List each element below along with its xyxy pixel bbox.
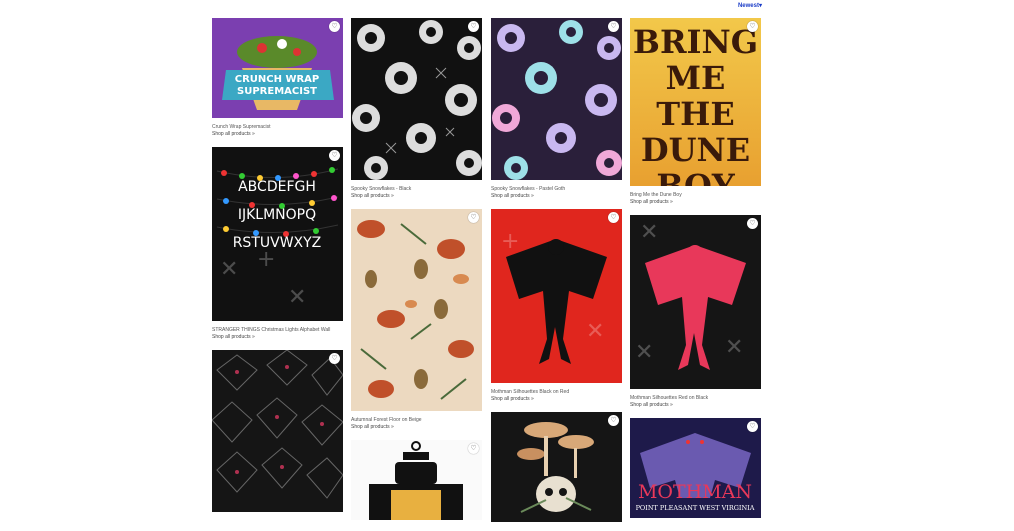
product-card-mothman-point-pleasant[interactable]: MOTHMAN POINT PLEASANT WEST VIRGINIA ♡ [630,418,761,518]
sort-label: Newest [737,3,759,9]
shop-all-products-link[interactable]: Shop all products » [491,193,622,200]
product-card-dune-boy[interactable]: BRING ME THE DUNE BOY ♡ Bring Me the Dun… [630,18,761,206]
alphabet-lights-art: ABCDEFGH IJKLMNOPQ RSTUVWXYZ [216,167,339,251]
crunch-art-text-1: CRUNCH WRAP [235,74,320,85]
heart-icon[interactable]: ♡ [608,212,619,223]
product-image[interactable]: ♡ [491,18,622,180]
heart-icon[interactable]: ♡ [747,421,758,432]
product-title[interactable]: Spooky Snowflakes - Pastel Goth [491,186,622,193]
heart-icon[interactable]: ♡ [468,443,479,454]
shop-all-products-link[interactable]: Shop all products » [630,199,761,206]
shop-link-text: Shop all products [212,334,251,340]
product-card-autumnal-forest[interactable]: ♡ Autumnal Forest Floor on Beige Shop al… [351,209,482,431]
heart-icon[interactable]: ♡ [468,21,479,32]
heart-icon[interactable]: ♡ [329,353,340,364]
product-image[interactable]: ♡ [212,350,343,512]
product-image[interactable]: ♡ [491,412,622,522]
dune-art-line-3: DUNE [640,131,751,169]
product-image[interactable]: CRUNCH WRAP SUPREMACIST ♡ [212,18,343,118]
shop-all-products-link[interactable]: Shop all products » [212,334,343,341]
heart-icon[interactable]: ♡ [329,150,340,161]
mothman-art-subtitle: POINT PLEASANT WEST VIRGINIA [636,504,755,512]
product-title[interactable]: Spooky Snowflakes - Black [351,186,482,193]
product-card-mothman-red-on-black[interactable]: ✕ ✕ ✕ ♡ Mothman Silhouettes Red on Black S… [630,215,761,409]
product-card-crunch-wrap[interactable]: CRUNCH WRAP SUPREMACIST ♡ Crunch Wrap Su… [212,18,343,138]
dune-art-line-2: ME THE [656,59,735,133]
mothman-art-title: MOTHMAN [638,481,752,503]
dune-art-line-4: BOY [656,167,735,186]
product-title[interactable]: Autumnal Forest Floor on Beige [351,417,482,424]
shop-link-text: Shop all products [630,199,669,205]
product-card-lantern[interactable]: ♡ [351,440,482,520]
heart-icon[interactable]: ♡ [608,415,619,426]
product-card-snowflakes-black[interactable]: ♡ Spooky Snowflakes - Black Shop all pro… [351,18,482,200]
column-3: ♡ Spooky Snowflakes - Pastel Goth Shop a… [491,18,622,531]
shop-all-products-link[interactable]: Shop all products » [351,193,482,200]
alphabet-row-3: RSTUVWXYZ [233,235,322,251]
shop-link-text: Shop all products [212,131,251,137]
shop-link-text: Shop all products [491,396,530,402]
product-card-mushroom-skull[interactable]: ♡ [491,412,622,522]
mushroom-skull-art [517,422,594,513]
column-4: BRING ME THE DUNE BOY ♡ Bring Me the Dun… [630,18,761,527]
product-image[interactable]: ABCDEFGH IJKLMNOPQ RSTUVWXYZ ✕ + ✕ ♡ [212,147,343,321]
mothman-silhouette-art [645,245,746,370]
snowflake-pattern-art [352,20,482,180]
product-card-moth-pattern[interactable]: ♡ [212,350,343,512]
product-title[interactable]: STRANGER THINGS Christmas Lights Alphabe… [212,327,343,334]
shop-link-text: Shop all products [491,193,530,199]
chevron-down-icon: ▾ [758,3,762,9]
mothman-silhouette-art [506,239,607,364]
crunch-art-text-2: SUPREMACIST [237,86,317,97]
heart-icon[interactable]: ♡ [608,21,619,32]
pastel-snowflake-art [492,20,622,180]
dune-art-text: BRING ME THE DUNE BOY [630,18,761,186]
product-image[interactable]: MOTHMAN POINT PLEASANT WEST VIRGINIA ♡ [630,418,761,518]
lantern-art [369,441,463,520]
product-image[interactable]: ✕ ✕ ✕ ♡ [630,215,761,389]
shop-link-text: Shop all products [630,402,669,408]
product-card-mothman-black-on-red[interactable]: + ✕ ♡ Mothman Silhouettes Black on Red Sh… [491,209,622,403]
heart-icon[interactable]: ♡ [329,21,340,32]
shop-link-text: Shop all products [351,424,390,430]
heart-icon[interactable]: ♡ [747,21,758,32]
heart-icon[interactable]: ♡ [468,212,479,223]
heart-icon[interactable]: ♡ [747,218,758,229]
product-title[interactable]: Crunch Wrap Supremacist [212,124,343,131]
column-2: ♡ Spooky Snowflakes - Black Shop all pro… [351,18,482,529]
sort-dropdown[interactable]: Newest▾ [738,2,762,9]
shop-link-text: Shop all products [351,193,390,199]
crunch-wrap-art: CRUNCH WRAP SUPREMACIST [222,36,334,110]
product-image[interactable]: BRING ME THE DUNE BOY ♡ [630,18,761,186]
alphabet-row-1: ABCDEFGH [238,179,316,195]
shop-all-products-link[interactable]: Shop all products » [212,131,343,138]
shop-all-products-link[interactable]: Shop all products » [491,396,622,403]
product-title[interactable]: Bring Me the Dune Boy [630,192,761,199]
product-title[interactable]: Mothman Silhouettes Black on Red [491,389,622,396]
shop-all-products-link[interactable]: Shop all products » [351,424,482,431]
column-1: CRUNCH WRAP SUPREMACIST ♡ Crunch Wrap Su… [212,18,343,521]
product-image[interactable]: ♡ [351,18,482,180]
mothman-poster-art: MOTHMAN POINT PLEASANT WEST VIRGINIA [636,433,755,512]
dune-art-line-1: BRING [632,23,759,61]
product-image[interactable]: + ✕ ♡ [491,209,622,383]
forest-floor-art [357,220,474,400]
shop-all-products-link[interactable]: Shop all products » [630,402,761,409]
product-title[interactable]: Mothman Silhouettes Red on Black [630,395,761,402]
product-card-snowflakes-pastel-goth[interactable]: ♡ Spooky Snowflakes - Pastel Goth Shop a… [491,18,622,200]
product-card-stranger-things[interactable]: ABCDEFGH IJKLMNOPQ RSTUVWXYZ ✕ + ✕ ♡ STRAN… [212,147,343,341]
product-image[interactable]: ♡ [351,440,482,520]
moth-pattern-art [212,350,343,499]
alphabet-row-2: IJKLMNOPQ [238,207,316,223]
product-image[interactable]: ♡ [351,209,482,411]
